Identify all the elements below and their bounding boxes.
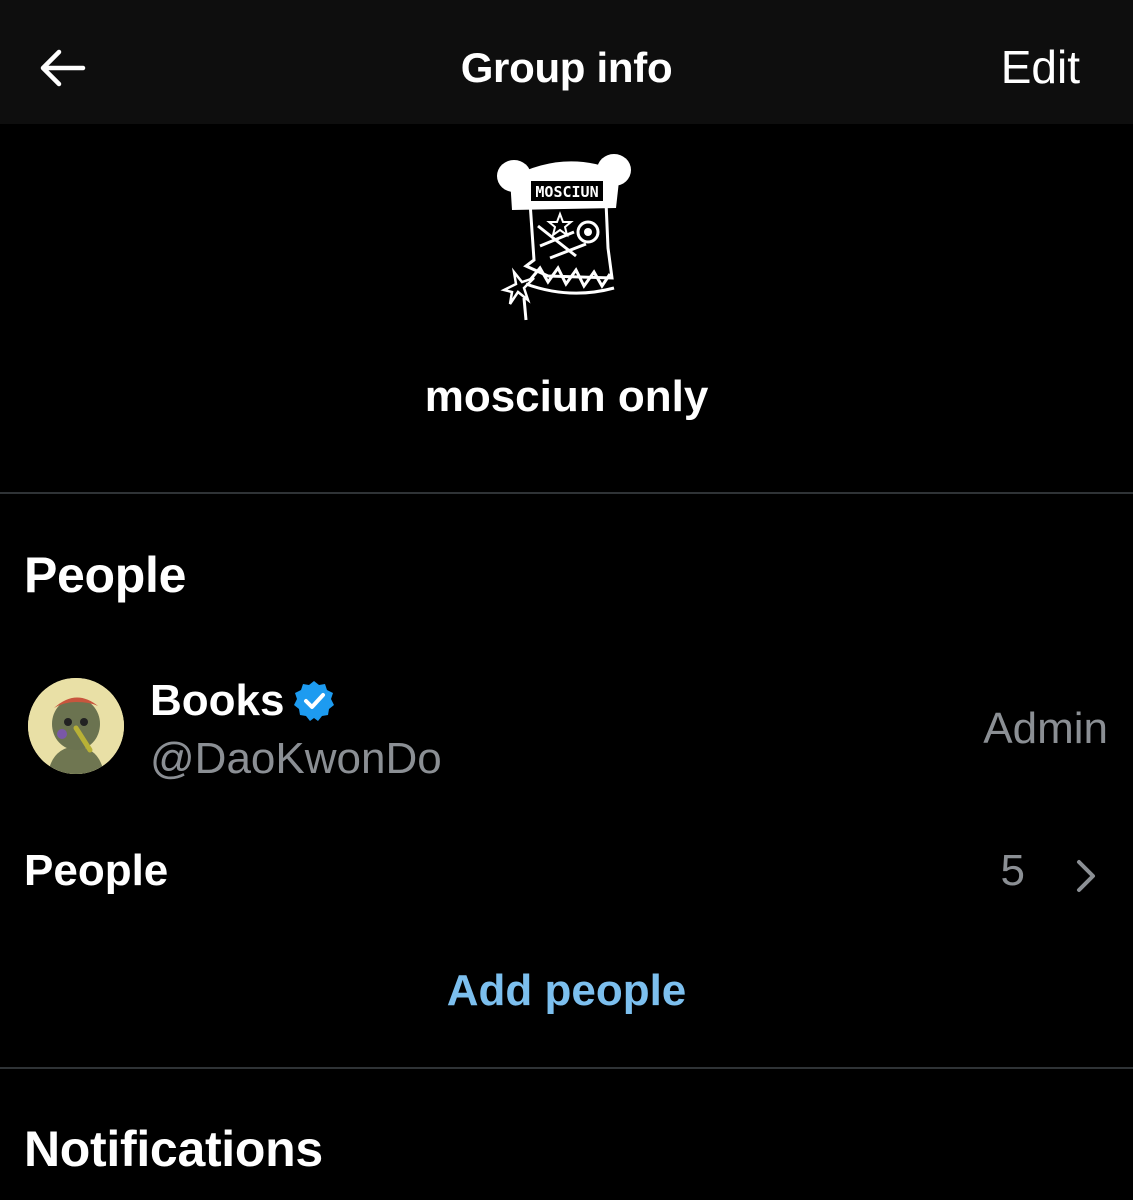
group-avatar-logo-image: MOSCIUN: [497, 154, 631, 321]
people-row-label: People: [24, 846, 169, 895]
avatar: [28, 678, 124, 774]
member-name: Books: [150, 676, 285, 725]
chevron-right-icon: [1077, 860, 1095, 892]
group-name: mosciun only: [424, 372, 709, 421]
people-count: 5: [1000, 846, 1025, 895]
page-title: Group info: [460, 44, 673, 91]
edit-button[interactable]: Edit: [1001, 40, 1080, 94]
add-people-button[interactable]: Add people: [0, 966, 1133, 1016]
member-row[interactable]: Books @DaoKwonDo Admin: [0, 660, 1133, 790]
top-bar: Group info Edit: [0, 0, 1133, 124]
group-info-screen: Group info Edit MOSCIUN mosciun only Peo…: [0, 0, 1133, 1200]
member-role-badge: Admin: [983, 704, 1108, 753]
avatar-cartoon-image: [28, 678, 124, 774]
verified-badge-icon: [294, 681, 335, 721]
notifications-section-heading: Notifications: [24, 1121, 323, 1177]
member-handle: @DaoKwonDo: [150, 734, 442, 783]
people-count-row[interactable]: People 5: [0, 836, 1133, 912]
divider: [0, 492, 1133, 494]
group-avatar[interactable]: MOSCIUN: [490, 148, 640, 328]
member-name-group: Books: [150, 676, 336, 726]
people-section-heading: People: [24, 547, 187, 603]
divider: [0, 1067, 1133, 1069]
group-avatar-logo-lettering: MOSCIUN: [535, 183, 598, 201]
